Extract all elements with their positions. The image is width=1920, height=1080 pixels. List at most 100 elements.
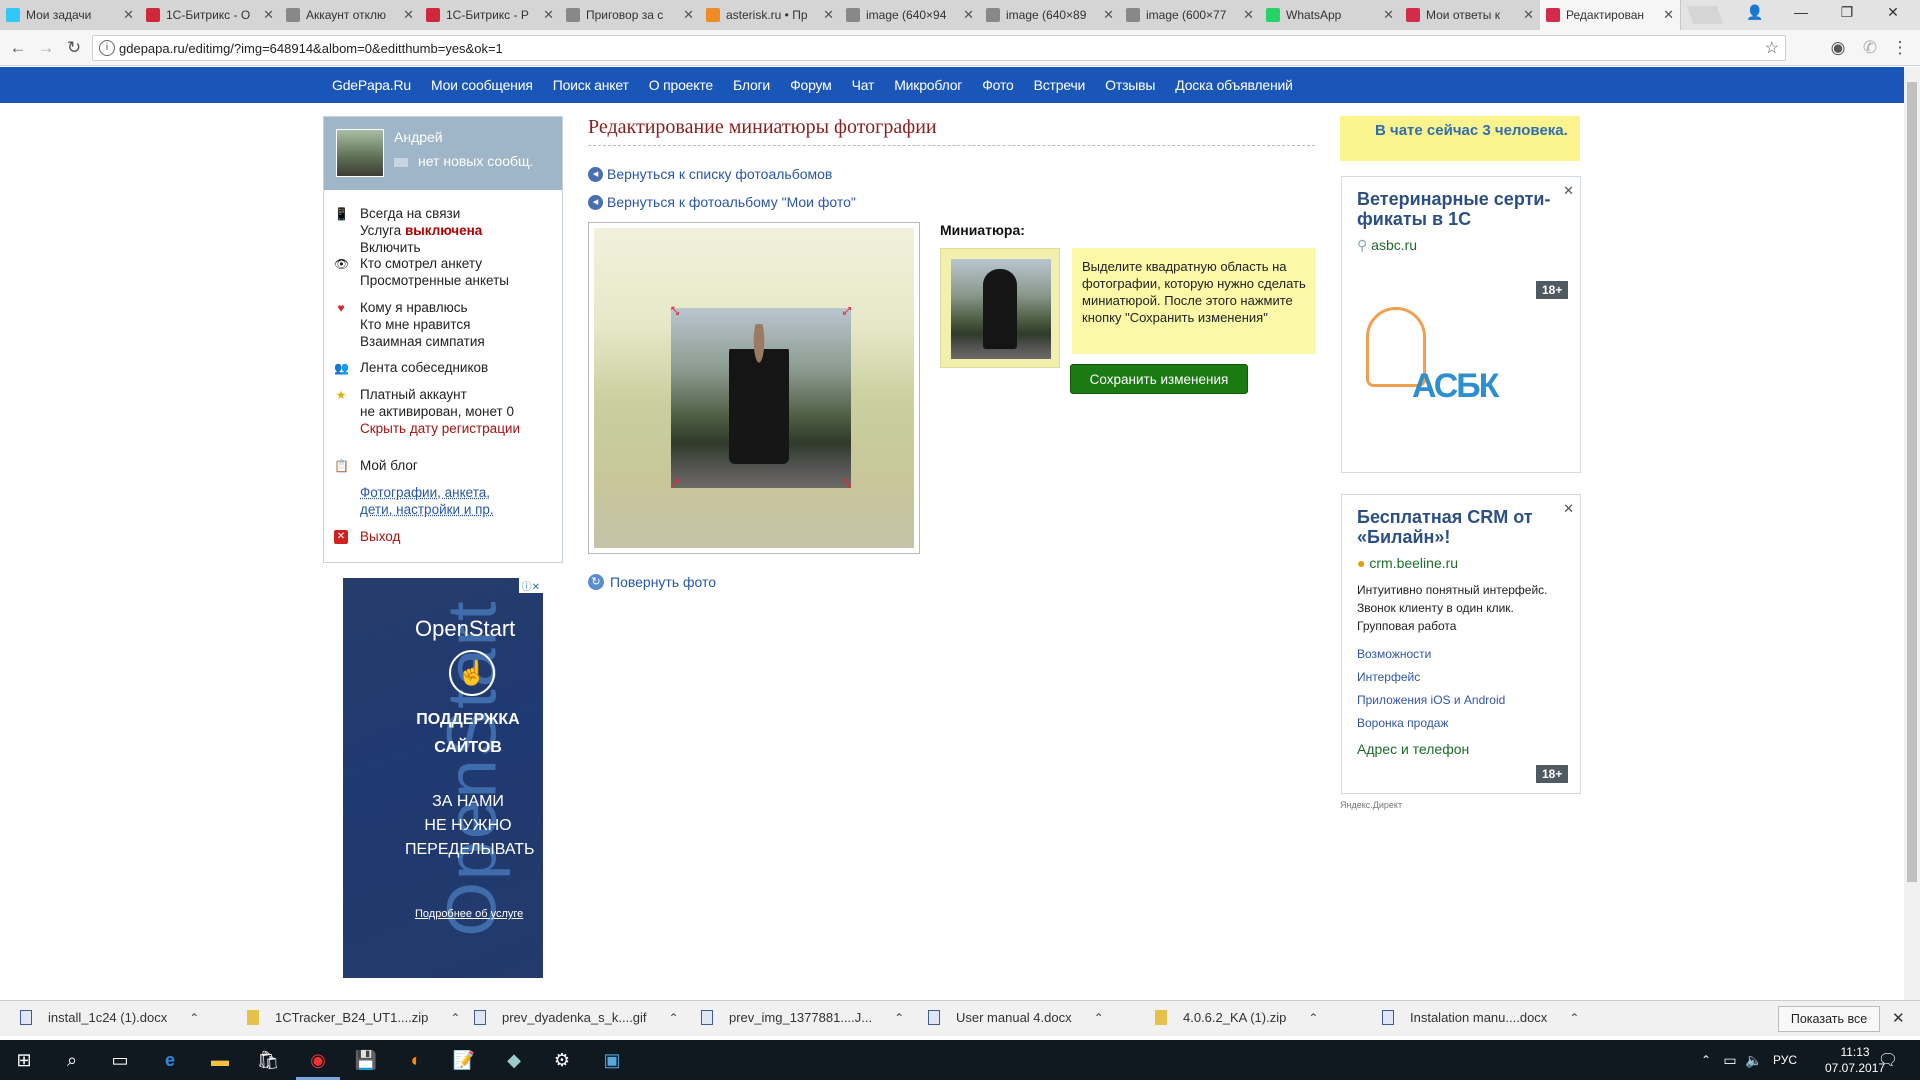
close-tab-icon[interactable]: ✕	[963, 7, 974, 23]
remote-desktop-icon[interactable]: ▣	[600, 1048, 624, 1072]
scrollbar[interactable]	[1904, 67, 1920, 1000]
search-icon[interactable]: ⌕	[60, 1048, 84, 1072]
browser-tab[interactable]: Мои ответы к ✕	[1400, 0, 1541, 30]
nav-item[interactable]: Форум	[790, 77, 832, 93]
1c-icon[interactable]: ◐	[404, 1048, 428, 1072]
chevron-up-icon[interactable]: ⌃	[1569, 1011, 1579, 1025]
hide-date-link[interactable]: Скрыть дату регистрации	[360, 420, 520, 437]
download-item[interactable]: 4.0.6.2_KA (1).zip ⌃	[1155, 1010, 1318, 1025]
yandex-direct-label[interactable]: Яндекс.Директ	[1340, 800, 1402, 810]
close-tab-icon[interactable]: ✕	[403, 7, 414, 23]
chevron-up-icon[interactable]: ⌃	[189, 1011, 199, 1025]
close-window-button[interactable]: ✕	[1870, 0, 1916, 24]
nav-item[interactable]: Фото	[982, 77, 1014, 93]
nav-item[interactable]: Встречи	[1034, 77, 1086, 93]
back-to-albums-link[interactable]: ◂ Вернуться к списку фотоальбомов	[588, 166, 832, 182]
edge-icon[interactable]: e	[158, 1048, 182, 1072]
adchoices-icon[interactable]: ⓘ✕	[518, 578, 543, 593]
who-likes-me-link[interactable]: Кому я нравлюсь	[360, 299, 485, 316]
language-indicator[interactable]: РУС	[1770, 1048, 1800, 1072]
photo-image[interactable]: ⤡ ⤢ ⤢ ⤡	[594, 228, 914, 548]
paid-account-link[interactable]: Платный аккаунт	[360, 386, 520, 403]
tray-chevron-icon[interactable]: ⌃	[1694, 1048, 1718, 1072]
network-icon[interactable]: ▭	[1718, 1048, 1742, 1072]
feed-link[interactable]: Лента собеседников	[360, 359, 488, 376]
phone-icon[interactable]: ✆	[1860, 38, 1880, 58]
close-tab-icon[interactable]: ✕	[1523, 7, 1534, 23]
browser-tab[interactable]: Мои задачи ✕	[0, 0, 141, 30]
nav-item[interactable]: GdePapa.Ru	[332, 77, 411, 93]
chevron-up-icon[interactable]: ⌃	[894, 1011, 904, 1025]
browser-tab[interactable]: 1С-Битрикс - О ✕	[140, 0, 281, 30]
back-to-album-link[interactable]: ◂ Вернуться к фотоальбому "Мои фото"	[588, 194, 856, 210]
messages-status[interactable]: нет новых сообщ.	[394, 153, 533, 169]
task-view-icon[interactable]: ▭	[108, 1048, 132, 1072]
chrome-icon[interactable]: ◉	[306, 1048, 330, 1072]
download-item[interactable]: prev_dyadenka_s_k....gif ⌃	[474, 1010, 679, 1025]
ad2-title[interactable]: Бесплатная CRM от «Билайн»!	[1357, 507, 1565, 547]
download-item[interactable]: 1CTracker_B24_UT1....zip ⌃	[247, 1010, 460, 1025]
close-tab-icon[interactable]: ✕	[1243, 7, 1254, 23]
explorer-icon[interactable]: ▬	[208, 1048, 232, 1072]
bookmark-star-icon[interactable]: ☆	[1765, 38, 1779, 58]
browser-tab[interactable]: Редактирован ✕	[1540, 0, 1681, 30]
close-tab-icon[interactable]: ✕	[1663, 7, 1674, 23]
browser-tab[interactable]: 1С-Битрикс - Р ✕	[420, 0, 561, 30]
crop-handle-bl[interactable]: ⤢	[671, 478, 679, 489]
nav-item[interactable]: Отзывы	[1105, 77, 1155, 93]
ad1-domain[interactable]: ⚲ asbc.ru	[1357, 237, 1565, 254]
nav-item[interactable]: Доска объявлений	[1175, 77, 1293, 93]
forward-icon[interactable]: →	[36, 38, 56, 58]
mutual-link[interactable]: Взаимная симпатия	[360, 333, 485, 350]
chevron-up-icon[interactable]: ⌃	[669, 1011, 679, 1025]
close-tab-icon[interactable]: ✕	[823, 7, 834, 23]
enable-link[interactable]: Включить	[360, 239, 482, 256]
nav-item[interactable]: Мои сообщения	[431, 77, 533, 93]
save-app-icon[interactable]: 💾	[354, 1048, 378, 1072]
browser-tab[interactable]: image (640×94 ✕	[840, 0, 981, 30]
ad-sitelink[interactable]: Воронка продаж	[1357, 712, 1565, 735]
download-item[interactable]: install_1c24 (1).docx ⌃	[20, 1010, 199, 1025]
download-item[interactable]: prev_img_1377881....J... ⌃	[701, 1010, 904, 1025]
my-blog-link[interactable]: Мой блог	[360, 457, 418, 474]
browser-tab[interactable]: WhatsApp ✕	[1260, 0, 1401, 30]
close-tab-icon[interactable]: ✕	[263, 7, 274, 23]
save-button[interactable]: Сохранить изменения	[1070, 364, 1248, 394]
windows-start-icon[interactable]: ⊞	[12, 1048, 36, 1072]
close-tab-icon[interactable]: ✕	[683, 7, 694, 23]
ad-sitelink[interactable]: Приложения iOS и Android	[1357, 689, 1565, 712]
crop-handle-tr[interactable]: ⤢	[843, 306, 851, 317]
ad-sitelink[interactable]: Интерфейс	[1357, 666, 1565, 689]
ad-sitelink[interactable]: Возможности	[1357, 643, 1565, 666]
close-tab-icon[interactable]: ✕	[543, 7, 554, 23]
always-online-label[interactable]: Всегда на связи	[360, 205, 482, 222]
close-tab-icon[interactable]: ✕	[1383, 7, 1394, 23]
nav-item[interactable]: О проекте	[649, 77, 713, 93]
browser-tab[interactable]: Приговор за с ✕	[560, 0, 701, 30]
who-i-like-link[interactable]: Кто мне нравится	[360, 316, 485, 333]
nav-item[interactable]: Поиск анкет	[553, 77, 629, 93]
chevron-up-icon[interactable]: ⌃	[1308, 1011, 1318, 1025]
chevron-up-icon[interactable]: ⌃	[450, 1011, 460, 1025]
extension-icon[interactable]: ◉	[1828, 38, 1848, 58]
back-icon[interactable]: ←	[8, 38, 28, 58]
reload-icon[interactable]: ↻	[64, 38, 84, 58]
info-icon[interactable]: i	[99, 40, 115, 56]
close-tab-icon[interactable]: ✕	[1103, 7, 1114, 23]
viewed-profiles-link[interactable]: Просмотренные анкеты	[360, 272, 509, 289]
avatar[interactable]	[336, 129, 384, 177]
rotate-photo-link[interactable]: ↻ Повернуть фото	[588, 574, 716, 590]
browser-tab[interactable]: asterisk.ru • Пр ✕	[700, 0, 841, 30]
ad-vet-certificates[interactable]: ✕ Ветеринарные серти-фикаты в 1С ⚲ asbc.…	[1341, 176, 1581, 473]
browser-tab[interactable]: image (600×77 ✕	[1120, 0, 1261, 30]
profile-icon[interactable]: 👤	[1732, 0, 1778, 24]
crop-handle-tl[interactable]: ⤡	[671, 306, 679, 317]
browser-tab[interactable]: image (640×89 ✕	[980, 0, 1121, 30]
settings-link-line2[interactable]: дети, настройки и пр.	[360, 501, 494, 518]
restore-button[interactable]: ❐	[1824, 0, 1870, 24]
menu-icon[interactable]: ⋮	[1890, 38, 1910, 58]
logout-link[interactable]: Выход	[360, 528, 400, 545]
show-all-button[interactable]: Показать все	[1778, 1006, 1880, 1032]
close-downloads-icon[interactable]: ✕	[1892, 1009, 1905, 1027]
crop-selection[interactable]	[671, 308, 851, 488]
